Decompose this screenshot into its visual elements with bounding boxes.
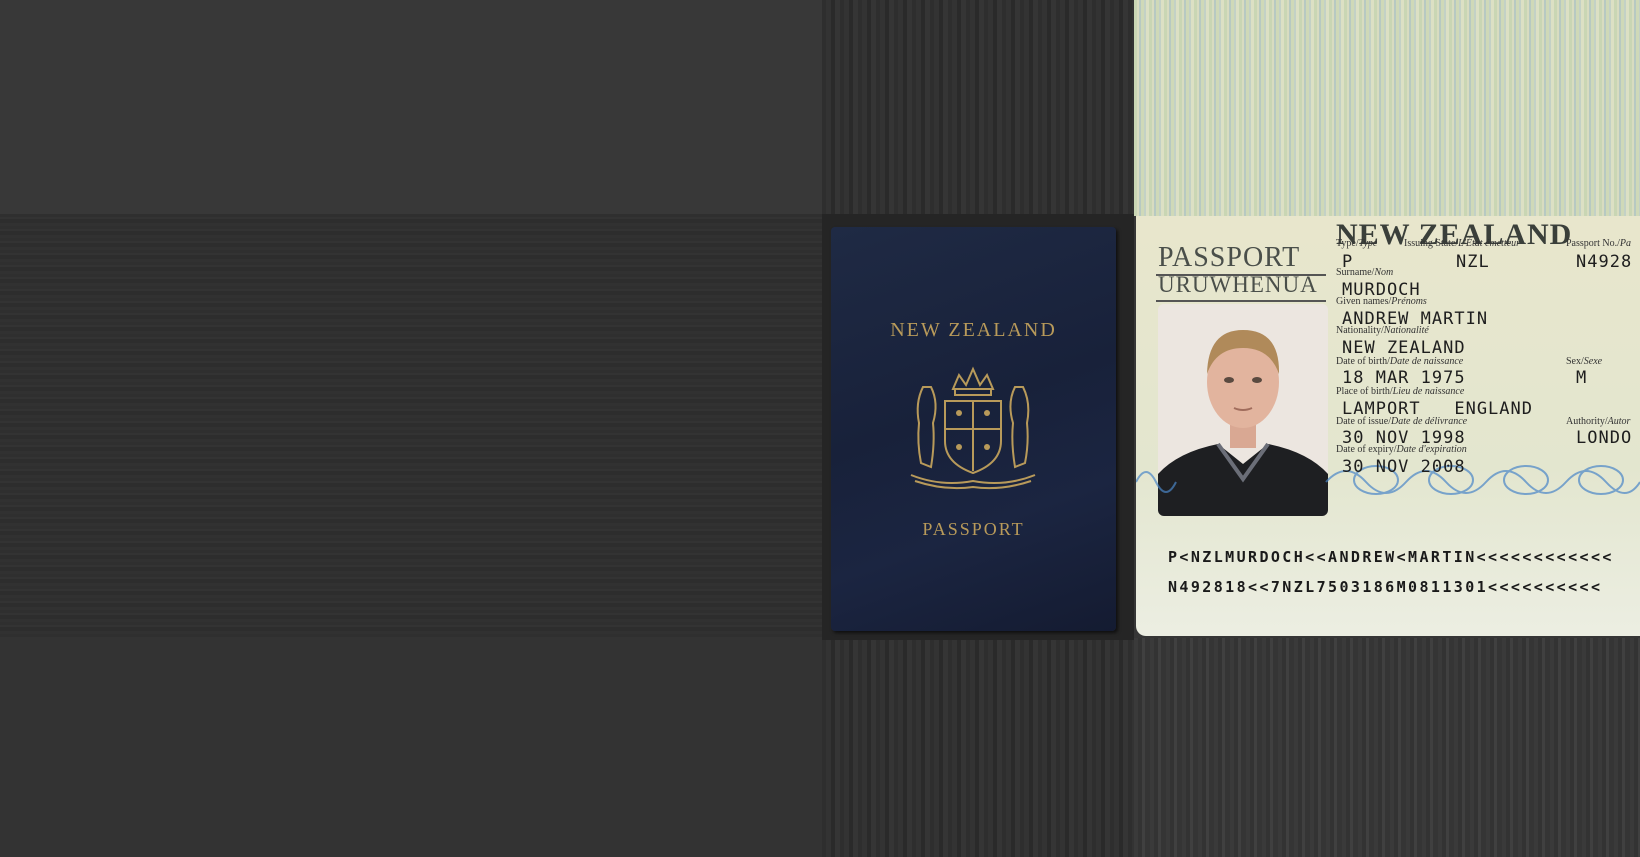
- authority-value: LONDO: [1576, 428, 1633, 448]
- divider: [1156, 300, 1326, 302]
- mrz-line-1: P<NZLMURDOCH<<ANDREW<MARTIN<<<<<<<<<<<<: [1168, 548, 1614, 566]
- cover-title: NEW ZEALAND: [890, 319, 1057, 341]
- mrz-line-2: N492818<<7NZL7503186M0811301<<<<<<<<<<: [1168, 578, 1603, 596]
- surname-label: Surname/Nom: [1336, 267, 1394, 278]
- issuing-state-value: NZL: [1456, 252, 1490, 272]
- sex-value: M: [1576, 368, 1588, 388]
- cover-subtitle: PASSPORT: [922, 519, 1025, 539]
- given-names-label: Given names/Prénoms: [1336, 296, 1427, 307]
- sex-label: Sex/Sexe: [1566, 356, 1603, 367]
- background-right-top: [1134, 0, 1640, 216]
- nationality-label: Nationality/Nationalité: [1336, 325, 1429, 336]
- dob-value: 18 MAR 1975: [1342, 368, 1466, 388]
- doi-label: Date of issue/Date de délivrance: [1336, 416, 1468, 427]
- dob-label: Date of birth/Date de naissance: [1336, 356, 1464, 367]
- passport-number-value: N4928: [1576, 252, 1633, 272]
- pob-label: Place of birth/Lieu de naissance: [1336, 386, 1465, 397]
- background-stripes: [0, 214, 822, 638]
- background-right-bottom: [1134, 638, 1640, 857]
- coat-of-arms-icon: [910, 366, 1036, 490]
- background-top: [0, 0, 822, 214]
- authority-label: Authority/Autor: [1566, 416, 1631, 427]
- type-label: Type/Type: [1336, 238, 1378, 249]
- issuing-state-label: Issuing State/L'État émetteur: [1404, 238, 1521, 249]
- nationality-value: NEW ZEALAND: [1342, 338, 1466, 358]
- passport-cover: NEW ZEALAND PASSPORT: [831, 227, 1116, 631]
- maori-word: URUWHENUA: [1158, 272, 1318, 297]
- passport-data-page: NEW ZEALAND PASSPORT URUWHENUA Type/Type…: [1136, 216, 1640, 636]
- passport-word: PASSPORT: [1158, 242, 1301, 273]
- background-bottom: [0, 638, 822, 857]
- doe-value: 30 NOV 2008: [1342, 457, 1466, 477]
- doe-label: Date of expiry/Date d'expiration: [1336, 444, 1467, 455]
- passport-number-label: Passport No./Pa: [1566, 238, 1632, 249]
